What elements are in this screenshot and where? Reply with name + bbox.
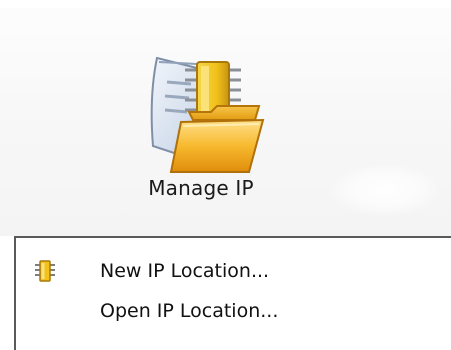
menu-item-label: Open IP Location...: [100, 300, 279, 322]
ribbon-area: Manage IP: [0, 0, 451, 236]
ip-chip-icon: [34, 260, 56, 284]
screen-glare: [330, 165, 440, 215]
menu-item-open-ip-location[interactable]: Open IP Location...: [16, 292, 451, 332]
manage-ip-button[interactable]: Manage IP: [110, 18, 300, 218]
menu-item-label: New IP Location...: [100, 260, 270, 282]
menu-item-new-ip-location[interactable]: New IP Location...: [16, 252, 451, 292]
ribbon-top-edge: [0, 0, 451, 8]
manage-ip-label: Manage IP: [148, 176, 254, 200]
ip-dropdown-menu: New IP Location... Open IP Location...: [14, 236, 451, 350]
manage-ip-icon: [137, 36, 273, 176]
